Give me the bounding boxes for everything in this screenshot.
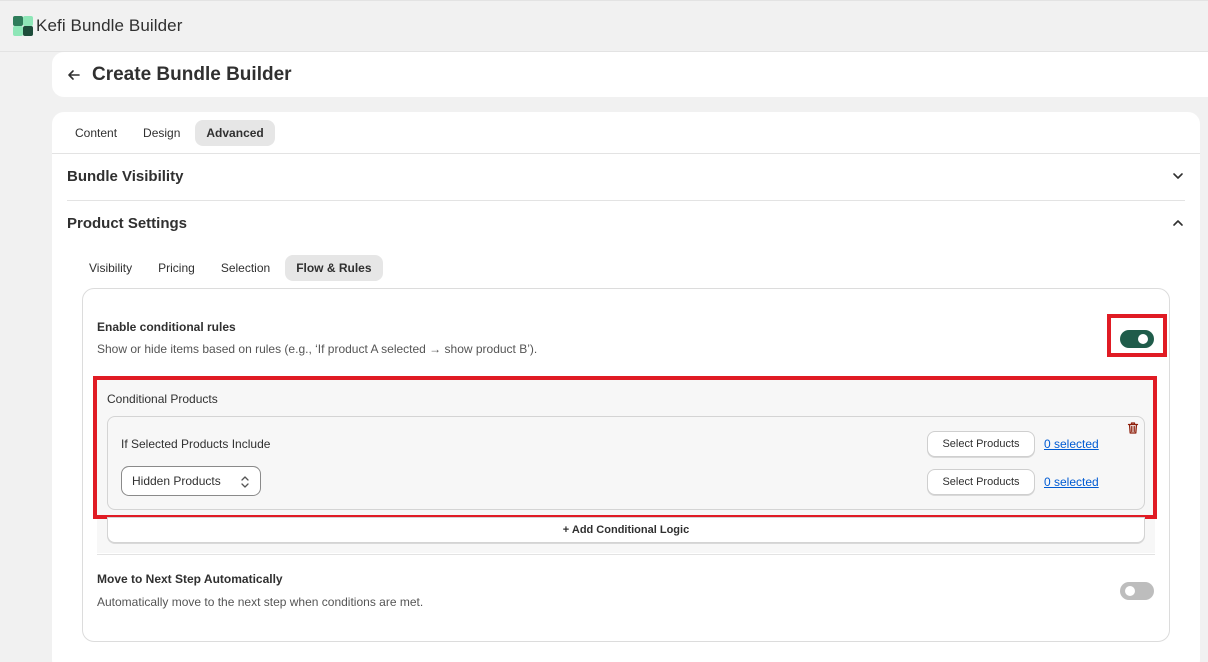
- tab-pricing[interactable]: Pricing: [147, 255, 206, 281]
- inner-divider: [97, 554, 1155, 555]
- chevron-down-icon[interactable]: [1171, 169, 1185, 183]
- back-arrow-icon[interactable]: [66, 67, 82, 83]
- auto-next-toggle[interactable]: [1120, 582, 1154, 600]
- selected-count-link-then[interactable]: 0 selected: [1044, 475, 1099, 489]
- main-card: Content Design Advanced Bundle Visibilit…: [52, 112, 1200, 662]
- tab-flow-rules[interactable]: Flow & Rules: [285, 255, 383, 281]
- tab-visibility[interactable]: Visibility: [78, 255, 143, 281]
- app-topbar: Kefi Bundle Builder: [0, 0, 1208, 52]
- tab-design[interactable]: Design: [132, 120, 191, 146]
- chevron-up-icon[interactable]: [1171, 216, 1185, 230]
- select-products-button-then[interactable]: Select Products: [927, 469, 1035, 495]
- conditional-rule-box: If Selected Products Include Select Prod…: [107, 416, 1145, 510]
- page-title: Create Bundle Builder: [92, 63, 292, 85]
- action-select[interactable]: Hidden Products: [121, 466, 261, 496]
- conditional-rules-title: Enable conditional rules: [97, 320, 236, 334]
- app-title: Kefi Bundle Builder: [36, 16, 183, 35]
- product-settings-tabs: Visibility Pricing Selection Flow & Rule…: [78, 255, 383, 281]
- selected-count-link-if[interactable]: 0 selected: [1044, 437, 1099, 451]
- product-settings-title: Product Settings: [67, 214, 188, 232]
- page-header: Create Bundle Builder: [52, 52, 1208, 97]
- tabs-divider: [52, 153, 1200, 154]
- main-tabs: Content Design Advanced: [64, 120, 275, 146]
- bundle-visibility-header[interactable]: Bundle Visibility: [67, 164, 1185, 188]
- auto-next-title: Move to Next Step Automatically: [97, 572, 283, 586]
- if-selected-label: If Selected Products Include: [121, 437, 271, 451]
- action-select-value: Hidden Products: [132, 474, 221, 488]
- select-arrows-icon: [241, 476, 249, 488]
- conditional-products-label: Conditional Products: [107, 392, 218, 406]
- tab-content[interactable]: Content: [64, 120, 128, 146]
- tab-selection[interactable]: Selection: [210, 255, 281, 281]
- auto-next-description: Automatically move to the next step when…: [97, 595, 424, 609]
- product-settings-header[interactable]: Product Settings: [67, 211, 1185, 235]
- select-products-button-if[interactable]: Select Products: [927, 431, 1035, 457]
- kefi-logo-icon: [13, 16, 33, 36]
- section-divider: [67, 200, 1185, 201]
- flow-rules-card: Enable conditional rules Show or hide it…: [82, 288, 1170, 642]
- conditional-rules-description: Show or hide items based on rules (e.g.,…: [97, 342, 538, 356]
- delete-rule-icon[interactable]: [1126, 421, 1140, 435]
- add-conditional-logic-button[interactable]: + Add Conditional Logic: [107, 517, 1145, 543]
- tab-advanced[interactable]: Advanced: [195, 120, 275, 146]
- bundle-visibility-title: Bundle Visibility: [67, 167, 184, 185]
- conditional-rules-toggle[interactable]: [1120, 330, 1154, 348]
